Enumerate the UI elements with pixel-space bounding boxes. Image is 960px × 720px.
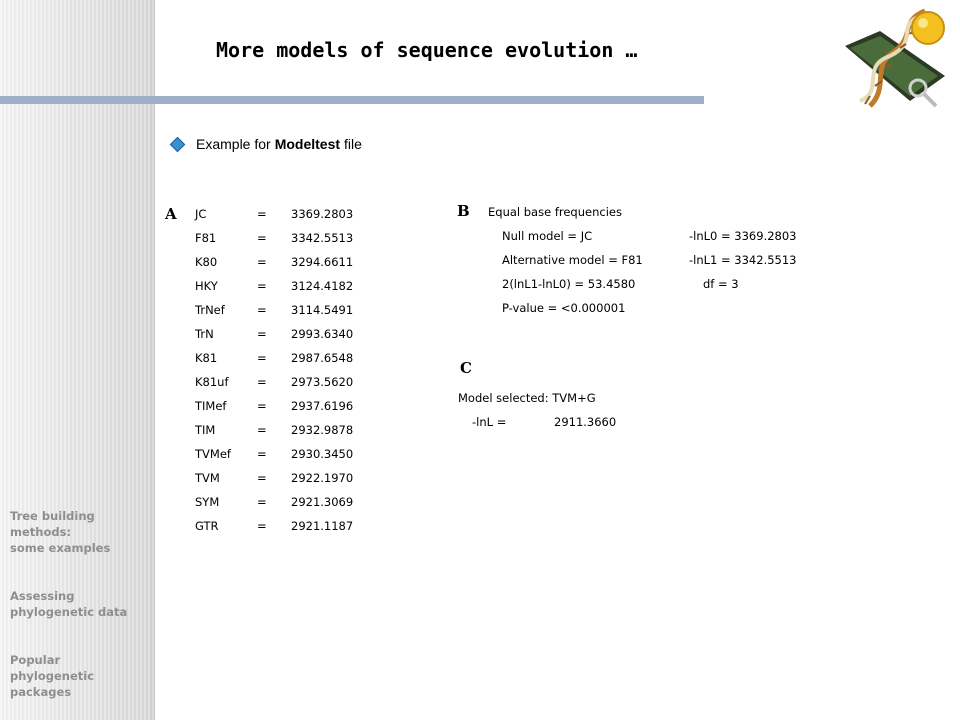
lr-statistic-text: 2(lnL1-lnL0) = 53.4580 [502,277,636,291]
model-name: F81 [195,231,217,245]
panel-a-letter: A [165,205,177,223]
model-name: TrNef [195,303,225,317]
equals-sign: = [257,279,267,293]
equals-sign: = [257,471,267,485]
equals-sign: = [257,207,267,221]
model-lnl-value: 3114.5491 [291,303,354,317]
equals-sign: = [257,327,267,341]
panel-c-letter: C [460,359,472,377]
model-lnl-value: 2932.9878 [291,423,354,437]
dna-logo-icon [845,8,945,108]
model-name: JC [195,207,207,221]
equals-sign: = [257,399,267,413]
model-lnl-value: 2921.3069 [291,495,354,509]
model-lnl-value: 2937.6196 [291,399,354,413]
model-name: K81uf [195,375,229,389]
title-underline-bar [0,96,704,104]
model-name: TVMef [195,447,231,461]
model-name: K80 [195,255,218,269]
model-name: TIM [195,423,216,437]
equals-sign: = [257,447,267,461]
null-lnl-text: -lnL0 = 3369.2803 [689,229,797,243]
model-name: GTR [195,519,219,533]
equals-sign: = [257,519,267,533]
model-lnl-value: 3369.2803 [291,207,354,221]
model-selected-text: Model selected: TVM+G [458,391,596,405]
side-nav-line: methods: [10,525,72,539]
model-name: TVM [195,471,220,485]
null-model-text: Null model = JC [502,229,593,243]
side-nav-line: some examples [10,541,111,555]
side-nav-line: Popular [10,653,61,667]
side-nav-packages[interactable]: Popular phylogenetic packages [10,652,150,700]
model-name: TrN [195,327,214,341]
df-text: df = 3 [703,277,739,291]
side-nav-line: packages [10,685,72,699]
panel-b-letter: B [457,202,470,220]
equals-sign: = [257,255,267,269]
lnl-value: 2911.3660 [554,415,617,429]
model-lnl-value: 3342.5513 [291,231,354,245]
model-name: K81 [195,351,218,365]
model-lnl-value: 2921.1187 [291,519,354,533]
model-lnl-value: 2993.6340 [291,327,354,341]
alt-lnl-text: -lnL1 = 3342.5513 [689,253,797,267]
model-lnl-value: 3124.4182 [291,279,354,293]
equals-sign: = [257,231,267,245]
bullet-suffix: file [344,136,362,152]
equals-sign: = [257,375,267,389]
model-name: TIMef [195,399,227,413]
bullet-bold: Modeltest [274,136,341,152]
alt-model-text: Alternative model = F81 [502,253,643,267]
pvalue-text: P-value = <0.000001 [502,301,626,315]
model-lnl-value: 2922.1970 [291,471,354,485]
model-lnl-value: 2930.3450 [291,447,354,461]
model-lnl-value: 2973.5620 [291,375,354,389]
model-name: SYM [195,495,220,509]
page-title: More models of sequence evolution … [216,38,638,62]
side-nav-line: phylogenetic [10,669,95,683]
equals-sign: = [257,423,267,437]
diamond-bullet-icon [169,136,186,152]
side-nav-tree-building[interactable]: Tree building methods: some examples [10,508,150,556]
side-nav-assessing[interactable]: Assessing phylogenetic data [10,588,150,620]
panel-b-heading: Equal base frequencies [488,205,622,219]
model-lnl-value: 2987.6548 [291,351,354,365]
lnl-label: -lnL = [472,415,507,429]
side-nav-line: Assessing [10,589,75,603]
bullet-line: Example for Modeltest file [169,136,362,152]
equals-sign: = [257,303,267,317]
equals-sign: = [257,351,267,365]
bullet-prefix: Example for [196,136,271,152]
side-nav-line: phylogenetic data [10,605,128,619]
equals-sign: = [257,495,267,509]
model-lnl-value: 3294.6611 [291,255,354,269]
side-nav-line: Tree building [10,509,95,523]
model-name: HKY [195,279,218,293]
